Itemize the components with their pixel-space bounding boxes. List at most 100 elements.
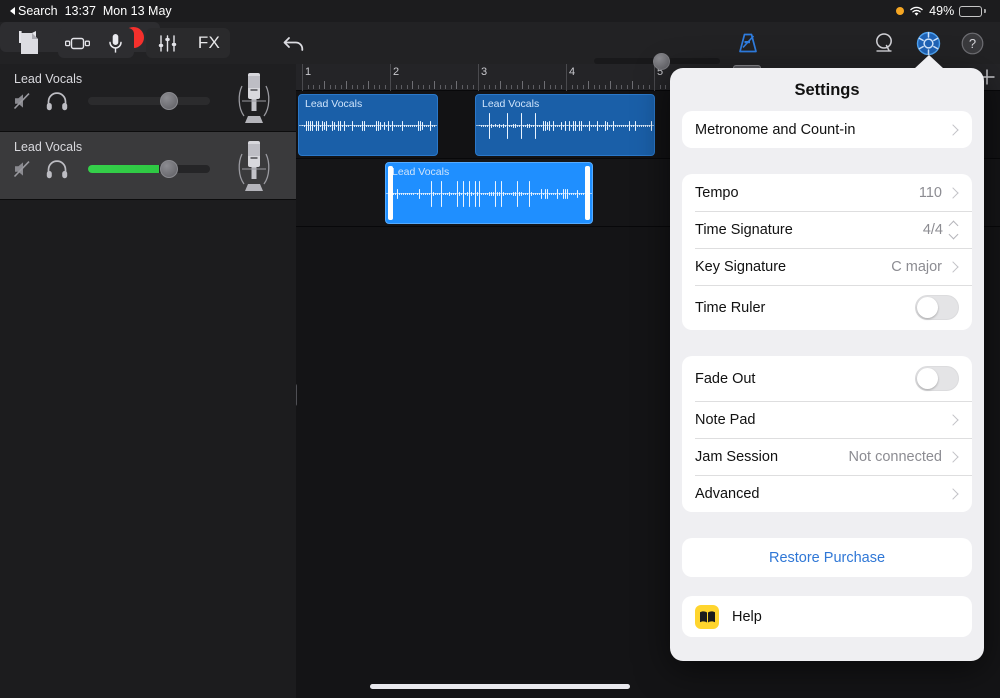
- track-volume-knob-1[interactable]: [160, 160, 178, 178]
- waveform-peak: [372, 125, 373, 127]
- waveform-peak: [519, 125, 520, 127]
- ruler-tick: [616, 85, 617, 89]
- ruler-tick: [522, 81, 523, 89]
- waveform-peak: [611, 125, 612, 127]
- bar-line: [302, 64, 303, 91]
- waveform-peak: [621, 125, 622, 127]
- settings-row-accessory: C major: [891, 259, 959, 275]
- group-gap: [670, 148, 984, 174]
- ruler-tick: [638, 85, 639, 89]
- vertical-scrollbar[interactable]: [296, 384, 297, 406]
- mixer-sliders-icon[interactable]: [146, 28, 188, 58]
- metronome-icon[interactable]: [733, 22, 763, 64]
- document-icon[interactable]: [14, 22, 44, 64]
- waveform-peak: [577, 190, 578, 198]
- ruler-tick: [588, 81, 589, 89]
- waveform-peak: [412, 125, 413, 126]
- settings-row-jam-session[interactable]: Jam SessionNot connected: [682, 438, 972, 475]
- ruler-tick: [528, 85, 529, 89]
- waveform-peak: [481, 125, 482, 126]
- ruler-tick: [660, 85, 661, 89]
- waveform-peak: [585, 125, 586, 126]
- track-header-1[interactable]: Lead Vocals: [0, 132, 296, 200]
- waveform-peak: [409, 193, 410, 195]
- ruler-tick: [434, 81, 435, 89]
- status-bar-back-link[interactable]: Search: [10, 4, 58, 18]
- waveform-peak: [404, 125, 405, 126]
- chevron-updown-icon[interactable]: [950, 222, 957, 238]
- help-question-icon[interactable]: ?: [956, 22, 988, 64]
- waveform-peak: [541, 189, 542, 199]
- mute-icon[interactable]: [13, 160, 35, 178]
- master-volume-knob[interactable]: [653, 53, 670, 70]
- ruler-tick: [621, 85, 622, 89]
- settings-row-note-pad[interactable]: Note Pad: [682, 401, 972, 438]
- waveform-peak: [545, 189, 546, 199]
- settings-row-accessory: 110: [919, 185, 959, 201]
- track-header-0[interactable]: Lead Vocals: [0, 64, 296, 132]
- ruler-tick: [379, 85, 380, 89]
- track-volume-knob-0[interactable]: [160, 92, 178, 110]
- region-trim-handle-right[interactable]: [585, 166, 590, 220]
- waveform-peak: [382, 125, 383, 126]
- audio-region[interactable]: Lead Vocals: [298, 94, 438, 156]
- waveform-peak: [609, 125, 610, 126]
- waveform-peak: [394, 125, 395, 126]
- settings-row-key-signature[interactable]: Key SignatureC major: [682, 248, 972, 285]
- fx-button[interactable]: FX: [188, 28, 230, 58]
- track-volume-slider-1[interactable]: [88, 165, 210, 173]
- solo-headphones-icon[interactable]: [46, 160, 68, 180]
- waveform-peak: [457, 181, 458, 207]
- waveform-peak: [619, 125, 620, 127]
- help-row[interactable]: Help: [682, 596, 972, 637]
- waveform-peak: [633, 125, 634, 127]
- settings-row-advanced[interactable]: Advanced: [682, 475, 972, 512]
- waveform-peak: [304, 125, 305, 127]
- audio-region[interactable]: Lead Vocals: [385, 162, 593, 224]
- settings-row-metronome-and-count-in[interactable]: Metronome and Count-in: [682, 111, 972, 148]
- waveform-peak: [631, 125, 632, 127]
- settings-row-tempo[interactable]: Tempo110: [682, 174, 972, 211]
- chevron-right-icon: [947, 261, 958, 272]
- waveform-peak: [308, 121, 309, 132]
- restore-purchase-button[interactable]: Restore Purchase: [682, 538, 972, 577]
- waveform-peak: [495, 124, 496, 127]
- wifi-icon: [909, 6, 924, 17]
- waveform-peak: [428, 125, 429, 126]
- audio-region[interactable]: Lead Vocals: [475, 94, 655, 156]
- settings-row-fade-out[interactable]: Fade Out: [682, 356, 972, 401]
- waveform-peak: [416, 125, 417, 127]
- undo-arrow-icon[interactable]: [278, 22, 310, 64]
- waveform-peak: [571, 193, 572, 195]
- waveform-peak: [551, 193, 552, 195]
- ruler-tick: [484, 85, 485, 89]
- toggle-switch[interactable]: [915, 366, 959, 391]
- waveform-peak: [449, 192, 450, 195]
- settings-row-time-signature[interactable]: Time Signature4/4: [682, 211, 972, 248]
- mute-icon[interactable]: [13, 92, 35, 110]
- waveform-peak: [497, 192, 498, 196]
- solo-headphones-icon[interactable]: [46, 92, 68, 112]
- waveform-peak: [475, 181, 476, 207]
- book-icon: [695, 605, 719, 629]
- waveform-peak: [354, 125, 355, 126]
- ruler-tick: [599, 85, 600, 89]
- microphone-icon[interactable]: [96, 28, 134, 58]
- waveform-peak: [487, 125, 488, 128]
- loop-browser-icon[interactable]: [868, 22, 900, 64]
- waveform-peak: [370, 125, 371, 127]
- tracks-view-icon[interactable]: [58, 28, 96, 58]
- toggle-switch[interactable]: [915, 295, 959, 320]
- track-volume-slider-0[interactable]: [88, 97, 210, 105]
- ruler-tick: [539, 85, 540, 89]
- waveform-peak: [497, 125, 498, 128]
- waveform-peak: [583, 193, 584, 195]
- waveform-peak: [607, 122, 608, 131]
- settings-row-time-ruler[interactable]: Time Ruler: [682, 285, 972, 330]
- ruler-tick: [418, 85, 419, 89]
- waveform-peak: [581, 121, 582, 132]
- region-trim-handle-left[interactable]: [388, 166, 393, 220]
- settings-group: Metronome and Count-in: [682, 111, 972, 148]
- waveform-peak: [411, 193, 412, 195]
- waveform-peak: [651, 121, 652, 131]
